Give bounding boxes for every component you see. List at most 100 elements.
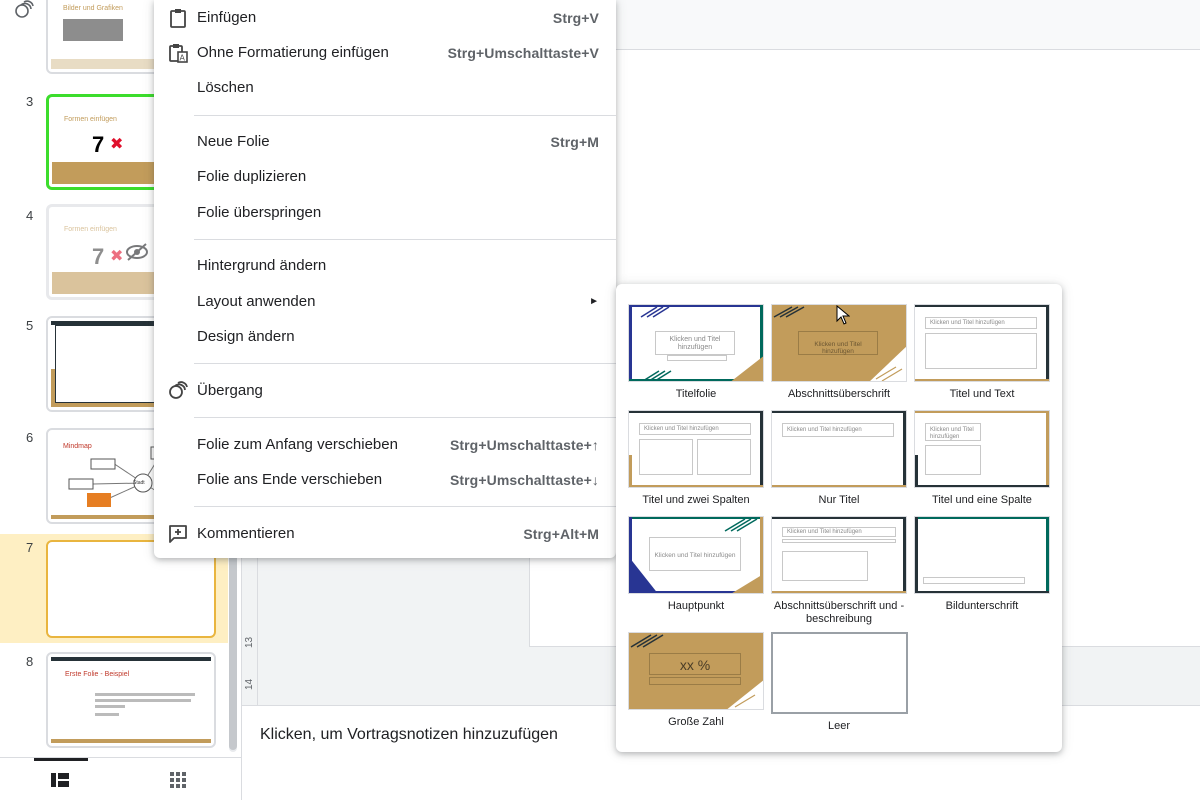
slide-number: 3 (26, 94, 34, 109)
menu-item-move-to-start[interactable]: Folie zum Anfang verschieben Strg+Umscha… (154, 427, 616, 462)
menu-separator (194, 417, 616, 418)
preview-title-text: Klicken und Titel hinzufügen (930, 320, 1005, 326)
layout-option-label: Bildunterschrift (945, 600, 1019, 612)
preview-title-text: Klicken und Titel hinzufügen (814, 341, 862, 355)
menu-item-label: Ohne Formatierung einfügen (197, 44, 389, 61)
thumb-text-line (95, 713, 119, 716)
menu-item-label: Übergang (197, 382, 263, 399)
layout-option-label: Titel und zwei Spalten (642, 494, 750, 506)
clipboard-icon (168, 8, 188, 28)
menu-item-paste-plain[interactable]: A Ohne Formatierung einfügen Strg+Umscha… (154, 35, 616, 70)
slide-number: 4 (26, 208, 34, 223)
thumb-title: Formen einfügen (64, 226, 117, 233)
slide-number: 7 (26, 540, 34, 555)
thumb-text-line (95, 699, 191, 702)
menu-item-shortcut: Strg+Umschalttaste+↑ (449, 436, 599, 453)
slide-number: 5 (26, 318, 34, 333)
menu-item-move-to-end[interactable]: Folie ans Ende verschieben Strg+Umschalt… (154, 462, 616, 497)
menu-item-shortcut: Strg+Alt+M (523, 525, 599, 542)
slide-number: 8 (26, 654, 34, 669)
thumb-node-label: Stadt (133, 480, 145, 486)
menu-item-label: Löschen (197, 79, 254, 96)
layout-option-blank[interactable]: Leer (771, 632, 908, 733)
layout-option-title-and-body[interactable]: Klicken und Titel hinzufügen Titel und T… (914, 304, 1050, 401)
layout-preview: Klicken und Titel hinzufügen (914, 410, 1050, 488)
menu-separator (194, 115, 616, 116)
menu-item-delete[interactable]: Löschen (154, 70, 616, 105)
menu-item-apply-layout[interactable]: Layout anwenden ► (154, 284, 616, 319)
transition-icon (14, 0, 34, 25)
layout-option-title-two-columns[interactable]: Klicken und Titel hinzufügen Titel und z… (628, 410, 764, 507)
menu-item-shortcut: Strg+Umschalttaste+V (447, 44, 599, 61)
thumb-footer (51, 739, 211, 743)
speaker-notes-placeholder[interactable]: Klicken, um Vortragsnotizen hinzuzufügen (260, 726, 558, 744)
preview-title-text: Klicken und Titel hinzufügen (787, 427, 862, 433)
menu-item-new-slide[interactable]: Neue Folie Strg+M (154, 124, 616, 159)
layout-option-label: Hauptpunkt (667, 600, 725, 612)
layout-option-section-header[interactable]: Klicken und Titel hinzufügen Abschnittsü… (771, 304, 907, 401)
mouse-cursor-icon (836, 305, 851, 325)
slide-number: 6 (26, 430, 34, 445)
thumb-number: 7 (92, 132, 105, 157)
menu-item-transition[interactable]: Übergang (154, 373, 616, 408)
menu-item-label: Folie zum Anfang verschieben (197, 436, 398, 453)
transition-icon (168, 381, 188, 401)
layout-preview: Klicken und Titel hinzufügen (771, 410, 907, 488)
eye-off-icon (124, 242, 150, 267)
menu-separator (194, 506, 616, 507)
layout-option-label: Titel und eine Spalte (932, 494, 1032, 506)
menu-item-label: Design ändern (197, 328, 295, 345)
menu-item-label: Hintergrund ändern (197, 257, 327, 274)
menu-item-shortcut: Strg+M (550, 133, 599, 150)
menu-separator (194, 363, 616, 364)
preview-title-text: Klicken und Titel hinzufügen (644, 426, 719, 432)
layout-preview (771, 632, 908, 714)
layout-option-main-point[interactable]: Klicken und Titel hinzufügen Hauptpunkt (628, 516, 764, 613)
menu-item-duplicate-slide[interactable]: Folie duplizieren (154, 159, 616, 194)
context-menu: Einfügen Strg+V A Ohne Formatierung einf… (154, 0, 616, 558)
preview-title-text: xx % (679, 657, 711, 673)
layout-option-label: Titel und Text (949, 388, 1015, 400)
layout-option-title-slide[interactable]: Klicken und Titel hinzufügen Titelfolie (628, 304, 764, 401)
layout-option-label: Nur Titel (818, 494, 860, 506)
menu-item-paste[interactable]: Einfügen Strg+V (154, 0, 616, 35)
grid-view-icon[interactable] (166, 768, 190, 792)
layout-option-title-one-column[interactable]: Klicken und Titel hinzufügen Titel und e… (914, 410, 1050, 507)
menu-item-skip-slide[interactable]: Folie überspringen (154, 195, 616, 230)
filmstrip-slide-8[interactable]: 8 Erste Folie - Beispiel (0, 648, 228, 752)
menu-separator (194, 239, 616, 240)
ruler-tick: 14 (244, 678, 255, 690)
preview-title-text: Klicken und Titel hinzufügen (930, 427, 974, 440)
menu-item-shortcut: Strg+Umschalttaste+↓ (449, 471, 599, 488)
clipboard-plain-icon: A (168, 43, 188, 63)
menu-item-label: Folie ans Ende verschieben (197, 471, 383, 488)
preview-title-text: Klicken und Titel hinzufügen (787, 529, 862, 535)
layout-option-label: Titelfolie (675, 388, 717, 400)
thumb-text-line (95, 693, 195, 696)
layout-preview: Klicken und Titel hinzufügen (771, 516, 907, 594)
preview-title-text: Klicken und Titel hinzufügen (654, 552, 736, 559)
layout-option-big-number[interactable]: xx % Große Zahl (628, 632, 764, 729)
menu-item-comment[interactable]: Kommentieren Strg+Alt+M (154, 516, 616, 551)
layout-preview: Klicken und Titel hinzufügen (914, 304, 1050, 382)
add-comment-icon (168, 524, 188, 544)
layout-preview: Klicken und Titel hinzufügen (628, 516, 764, 594)
thumb-number: 7 (92, 244, 105, 269)
preview-title-text: Klicken und Titel hinzufügen (669, 336, 721, 351)
filmstrip-view-icon[interactable] (34, 758, 88, 792)
layout-option-label: Große Zahl (668, 716, 724, 728)
layout-option-caption[interactable]: Bildunterschrift (914, 516, 1050, 613)
submenu-arrow-icon: ► (589, 296, 599, 307)
menu-item-change-background[interactable]: Hintergrund ändern (154, 248, 616, 283)
menu-item-label: Layout anwenden (197, 293, 316, 310)
layout-option-title-only[interactable]: Klicken und Titel hinzufügen Nur Titel (771, 410, 907, 507)
thumb-title: Bilder und Grafiken (63, 5, 123, 12)
thumb-title: Erste Folie - Beispiel (65, 671, 130, 678)
menu-item-change-theme[interactable]: Design ändern (154, 319, 616, 354)
thumb-image (63, 19, 123, 41)
menu-item-label: Folie duplizieren (197, 168, 307, 185)
layout-preview: xx % (628, 632, 764, 710)
layout-submenu: Klicken und Titel hinzufügen Titelfolie … (616, 284, 1062, 752)
slide-thumbnail[interactable]: Erste Folie - Beispiel (46, 652, 216, 748)
layout-option-section-title-description[interactable]: Klicken und Titel hinzufügen Abschnittsü… (771, 516, 907, 626)
